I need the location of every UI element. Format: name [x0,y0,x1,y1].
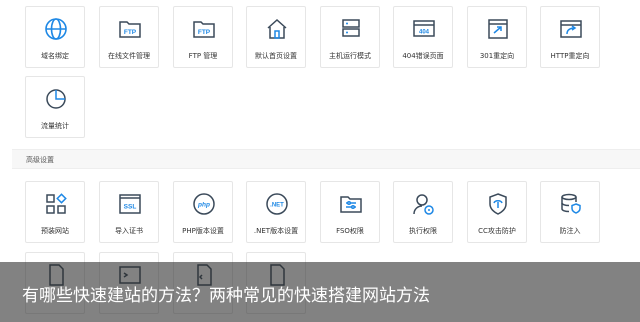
tile-fso-permission[interactable]: FSO权限 [320,181,380,243]
tile-online-file-manager[interactable]: FTP 在线文件管理 [99,6,159,68]
tile-ftp-manager[interactable]: FTP FTP 管理 [173,6,233,68]
svg-text:404: 404 [419,30,430,36]
tile-label: PHP版本设置 [182,227,224,235]
tile-host-run-mode[interactable]: 主机运行模式 [320,6,380,68]
svg-text:FTP: FTP [198,29,211,36]
tile-label: 301重定向 [479,52,515,60]
tile-default-homepage[interactable]: 默认首页设置 [246,6,306,68]
tile-php-version[interactable]: php PHP版本设置 [173,181,233,243]
advanced-settings-header: 高级设置 [12,149,640,169]
tile-label: .NET版本设置 [253,227,299,235]
tile-label: 在线文件管理 [108,52,150,60]
ssl-icon: SSL [119,194,141,214]
http-redirect-icon [560,20,582,38]
redirect-icon [488,19,508,39]
tile-dotnet-version[interactable]: .NET .NET版本设置 [246,181,306,243]
php-icon: php [193,193,215,215]
tile-label: CC攻击防护 [478,227,516,235]
tile-traffic-stats[interactable]: 流量统计 [25,76,85,138]
user-lock-icon [413,194,434,215]
tile-label: HTTP重定向 [550,52,590,60]
server-icon [342,19,360,37]
tile-import-certificate[interactable]: SSL 导入证书 [99,181,159,243]
tile-label: 防注入 [559,227,581,235]
tile-404-page[interactable]: 404 404错误页面 [393,6,453,68]
svg-text:FTP: FTP [124,29,137,36]
tile-anti-injection[interactable]: 防注入 [540,181,600,243]
tile-cc-attack-protection[interactable]: CC攻击防护 [467,181,527,243]
tile-execute-permission[interactable]: 执行权限 [393,181,453,243]
tile-http-redirect[interactable]: HTTP重定向 [540,6,600,68]
ftp-folder-icon: FTP [119,21,141,38]
tile-label: FTP 管理 [188,52,218,60]
error-404-icon: 404 [413,20,435,37]
tile-label: 404错误页面 [402,52,444,60]
tile-label: 预装网站 [41,227,69,235]
section-title: 高级设置 [26,156,54,164]
ssl-badge: SSL [124,204,137,211]
database-shield-icon [561,193,581,214]
tile-301-redirect[interactable]: 301重定向 [467,6,527,68]
shield-icon [489,193,507,215]
globe-icon [45,18,67,40]
app-grid-icon [46,193,67,214]
caption-overlay: 有哪些快速建站的方法？两种常见的快速搭建网站方法 [0,262,640,322]
tile-label: 导入证书 [115,227,143,235]
tile-label: FSO权限 [336,227,364,235]
ftp-folder-icon: FTP [193,21,215,38]
caption-text: 有哪些快速建站的方法？两种常见的快速搭建网站方法 [22,286,430,306]
dotnet-badge: .NET [270,203,284,209]
pie-chart-icon [46,89,66,109]
settings-folder-icon [340,196,362,213]
tile-preinstalled-site[interactable]: 预装网站 [25,181,85,243]
dotnet-icon: .NET [266,193,288,215]
tile-label: 域名绑定 [41,52,69,60]
tile-label: 执行权限 [409,227,437,235]
home-icon [267,18,287,39]
tile-label: 主机运行模式 [329,52,371,60]
tile-domain-binding[interactable]: 域名绑定 [25,6,85,68]
php-badge: php [197,202,210,209]
tile-label: 默认首页设置 [255,52,297,60]
tile-label: 流量统计 [41,122,69,130]
